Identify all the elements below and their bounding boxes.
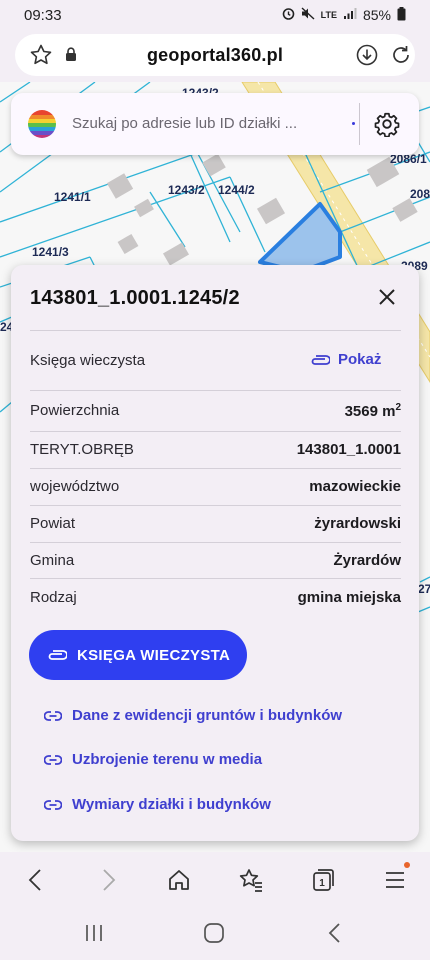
signal-icon: [343, 7, 357, 23]
recent-apps-icon[interactable]: [84, 923, 104, 948]
browser-toolbar: geoportal360.pl: [0, 30, 430, 82]
divider: [30, 505, 401, 506]
map-parcel-label: 27: [418, 582, 430, 596]
system-back-icon[interactable]: [325, 922, 345, 949]
map-parcel-label: 1244/2: [218, 183, 255, 197]
battery-percent: 85%: [362, 7, 391, 23]
home-button-icon[interactable]: [203, 922, 225, 949]
mute-icon: [301, 7, 315, 23]
area-value: 3569 m2: [344, 402, 401, 420]
municipality-label: Gmina: [30, 552, 75, 569]
link-icon: [44, 754, 62, 765]
link-icon: [44, 710, 62, 721]
search-input[interactable]: Szukaj po adresie lub ID działki ...: [72, 115, 297, 132]
back-icon[interactable]: [24, 867, 48, 898]
area-label: Powierzchnia: [30, 402, 120, 419]
home-icon[interactable]: [167, 867, 191, 898]
paperclip-icon: [311, 354, 330, 365]
close-icon[interactable]: [375, 285, 399, 309]
teryt-label: TERYT.OBRĘB: [30, 441, 134, 458]
divider: [30, 578, 401, 579]
link-label: Uzbrojenie terenu w media: [72, 751, 263, 768]
divider: [359, 103, 360, 145]
type-value: gmina miejska: [297, 589, 401, 606]
ksiega-button-label: KSIĘGA WIECZYSTA: [77, 646, 231, 664]
menu-icon[interactable]: [383, 867, 407, 898]
download-icon[interactable]: [355, 43, 379, 72]
divider: [30, 330, 401, 331]
link-label: Dane z ewidencji gruntów i budynków: [72, 707, 343, 724]
show-link-label: Pokaż: [338, 351, 382, 368]
notification-dot: [404, 862, 410, 868]
status-time: 09:33: [24, 6, 62, 24]
parcel-info-panel: 143801_1.0001.1245/2 Księga wieczysta Po…: [11, 265, 419, 841]
battery-icon: [397, 6, 406, 24]
teryt-value: 143801_1.0001: [296, 441, 401, 458]
dimensions-link[interactable]: Wymiary działki i budynków: [44, 796, 271, 813]
browser-bottom-nav: 1: [0, 852, 430, 908]
paperclip-icon: [48, 650, 67, 660]
search-indicator-dot: [352, 122, 355, 125]
parcel-id-title: 143801_1.0001.1245/2: [30, 287, 240, 309]
status-bar: 09:33 LTE 85%: [0, 0, 430, 30]
gear-icon[interactable]: [374, 111, 400, 142]
search-bar[interactable]: Szukaj po adresie lub ID działki ...: [11, 93, 419, 155]
divider: [30, 431, 401, 432]
show-ksiega-link[interactable]: Pokaż: [310, 351, 381, 368]
divider: [30, 468, 401, 469]
network-label: LTE: [320, 9, 337, 20]
voivodeship-label: województwo: [30, 478, 120, 495]
reload-icon[interactable]: [389, 43, 413, 72]
land-registry-link[interactable]: Dane z ewidencji gruntów i budynków: [44, 707, 342, 724]
voivodeship-value: mazowieckie: [309, 478, 401, 495]
county-value: żyrardowski: [314, 515, 401, 532]
forward-icon[interactable]: [96, 867, 120, 898]
ksiega-wieczysta-button[interactable]: KSIĘGA WIECZYSTA: [29, 630, 247, 680]
app-logo: [28, 110, 56, 138]
link-icon: [44, 799, 62, 810]
utilities-link[interactable]: Uzbrojenie terenu w media: [44, 751, 262, 768]
map-parcel-label: 1241/1: [54, 190, 91, 204]
map-parcel-label: 208: [410, 187, 430, 201]
municipality-value: Żyrardów: [333, 552, 401, 569]
alarm-icon: [282, 7, 295, 23]
svg-text:1: 1: [319, 878, 325, 889]
status-icons: LTE 85%: [282, 6, 406, 24]
ksiega-label: Księga wieczysta: [30, 352, 146, 369]
tabs-icon[interactable]: 1: [310, 867, 336, 898]
divider: [30, 390, 401, 391]
type-label: Rodzaj: [30, 589, 77, 606]
map-parcel-label: 1243/2: [168, 183, 205, 197]
county-label: Powiat: [30, 515, 76, 532]
address-bar[interactable]: geoportal360.pl: [15, 34, 415, 76]
link-label: Wymiary działki i budynków: [72, 796, 271, 813]
divider: [30, 542, 401, 543]
map-parcel-label: 1241/3: [32, 245, 69, 259]
bookmarks-icon[interactable]: [238, 867, 264, 898]
system-nav-bar: [0, 908, 430, 960]
